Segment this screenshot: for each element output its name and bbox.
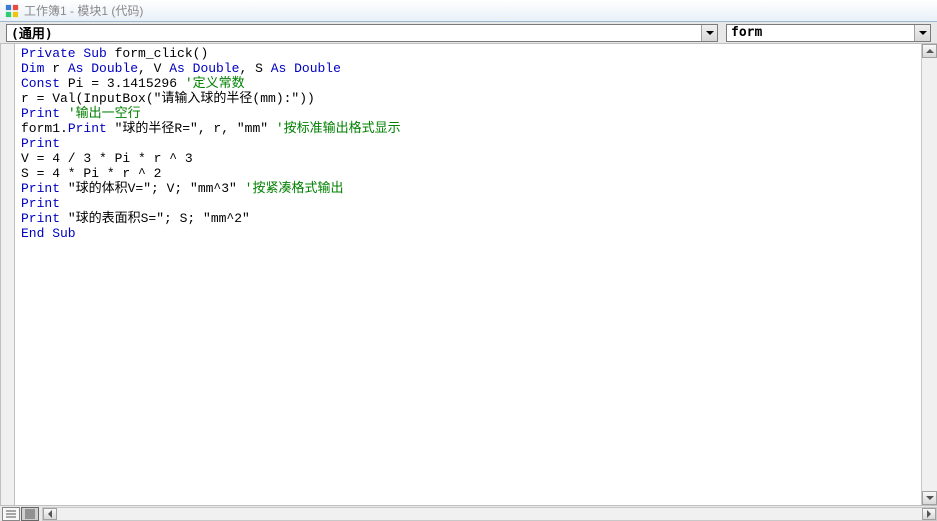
object-dropdown-text: (通用) (7, 23, 701, 42)
object-dropdown-button[interactable] (701, 25, 717, 41)
code-line: form1.Print "球的半径R=", r, "mm" '按标准输出格式显示 (21, 121, 937, 136)
procedure-view-button[interactable] (2, 507, 20, 521)
procedure-dropdown[interactable]: form (726, 24, 931, 42)
code-line: Dim r As Double, V As Double, S As Doubl… (21, 61, 937, 76)
procedure-dropdown-button[interactable] (914, 25, 930, 41)
code-line: V = 4 / 3 * Pi * r ^ 3 (21, 151, 937, 166)
object-dropdown[interactable]: (通用) (6, 24, 718, 42)
code-line: Print "球的表面积S="; S; "mm^2" (21, 211, 937, 226)
scroll-up-button[interactable] (922, 44, 937, 58)
app-icon (4, 3, 20, 19)
code-container: Private Sub form_click()Dim r As Double,… (0, 44, 937, 505)
vertical-scrollbar[interactable] (921, 44, 937, 505)
horizontal-scrollbar[interactable] (42, 507, 937, 521)
window-title: 工作簿1 - 模块1 (代码) (24, 2, 143, 19)
code-line: S = 4 * Pi * r ^ 2 (21, 166, 937, 181)
code-line: r = Val(InputBox("请输入球的半径(mm):")) (21, 91, 937, 106)
code-editor[interactable]: Private Sub form_click()Dim r As Double,… (15, 44, 937, 505)
scroll-left-button[interactable] (43, 508, 57, 520)
code-margin (1, 44, 15, 505)
window-titlebar: 工作簿1 - 模块1 (代码) (0, 0, 937, 22)
code-line: End Sub (21, 226, 937, 241)
full-module-view-button[interactable] (21, 507, 39, 521)
code-line: Const Pi = 3.1415296 '定义常数 (21, 76, 937, 91)
code-line: Print (21, 136, 937, 151)
bottom-bar (0, 505, 937, 521)
scroll-right-button[interactable] (922, 508, 936, 520)
scroll-down-button[interactable] (922, 491, 937, 505)
code-line: Print '输出一空行 (21, 106, 937, 121)
code-line: Print "球的体积V="; V; "mm^3" '按紧凑格式输出 (21, 181, 937, 196)
procedure-dropdown-text: form (727, 25, 914, 40)
code-line: Private Sub form_click() (21, 46, 937, 61)
dropdown-row: (通用) form (0, 22, 937, 44)
code-line: Print (21, 196, 937, 211)
